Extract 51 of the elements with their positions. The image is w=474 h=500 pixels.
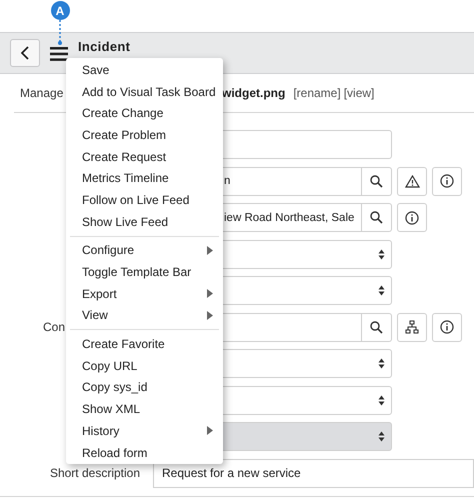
field-label: Con xyxy=(42,320,66,334)
search-button[interactable] xyxy=(362,203,392,232)
updown-caret-icon xyxy=(378,248,385,260)
warning-icon xyxy=(404,174,420,188)
menu-item[interactable]: Create Change xyxy=(66,102,223,124)
menu-item[interactable]: Export xyxy=(66,282,223,305)
dependency-button[interactable] xyxy=(397,312,427,342)
menu-item[interactable]: Add to Visual Task Board xyxy=(66,80,223,102)
search-button[interactable] xyxy=(362,166,392,196)
updown-caret-icon xyxy=(378,285,385,296)
menu-item[interactable]: History xyxy=(66,420,223,442)
info-button[interactable] xyxy=(432,166,462,196)
submenu-arrow-icon xyxy=(207,426,213,436)
search-button[interactable] xyxy=(362,312,392,342)
updown-caret-icon xyxy=(378,394,385,406)
attachments-label: Manage xyxy=(20,86,64,100)
menu-item[interactable]: Copy URL xyxy=(66,354,223,377)
submenu-arrow-icon xyxy=(207,289,213,298)
menu-item[interactable]: Configure xyxy=(66,240,223,262)
updown-caret-icon xyxy=(378,431,385,442)
info-button[interactable] xyxy=(397,203,427,232)
callout-badge: A xyxy=(50,1,70,20)
search-icon xyxy=(370,174,383,188)
menu-item[interactable]: View xyxy=(66,304,223,326)
record-title: Incident xyxy=(78,39,130,54)
field-label: Short description xyxy=(48,466,141,480)
menu-item[interactable]: Show XML xyxy=(66,398,223,420)
chevron-left-icon xyxy=(21,46,29,60)
menu-item[interactable]: Create Problem xyxy=(66,124,223,146)
submenu-arrow-icon xyxy=(207,246,213,255)
info-icon xyxy=(440,320,454,334)
back-button[interactable] xyxy=(10,39,40,67)
info-icon xyxy=(405,210,419,224)
warning-button[interactable] xyxy=(397,166,427,196)
attachment-link[interactable]: [rename] xyxy=(293,86,341,100)
search-icon xyxy=(370,320,383,334)
menu-item[interactable]: Copy sys_id xyxy=(66,376,223,398)
search-icon xyxy=(370,211,383,224)
menu-item[interactable]: Toggle Template Bar xyxy=(66,261,223,283)
info-button[interactable] xyxy=(432,312,462,342)
menu-item[interactable]: Create Favorite xyxy=(66,333,223,355)
menu-item[interactable]: Save xyxy=(66,59,223,81)
attachment-link[interactable]: [view] xyxy=(344,86,374,100)
leader-line xyxy=(58,20,62,46)
menu-item[interactable]: Create Request xyxy=(66,146,223,168)
submenu-arrow-icon xyxy=(207,310,213,320)
hierarchy-icon xyxy=(405,320,419,334)
info-icon xyxy=(440,174,454,188)
menu-icon[interactable] xyxy=(50,47,68,61)
updown-caret-icon xyxy=(378,358,385,369)
attachment-filename[interactable]: widget.png xyxy=(222,86,286,100)
